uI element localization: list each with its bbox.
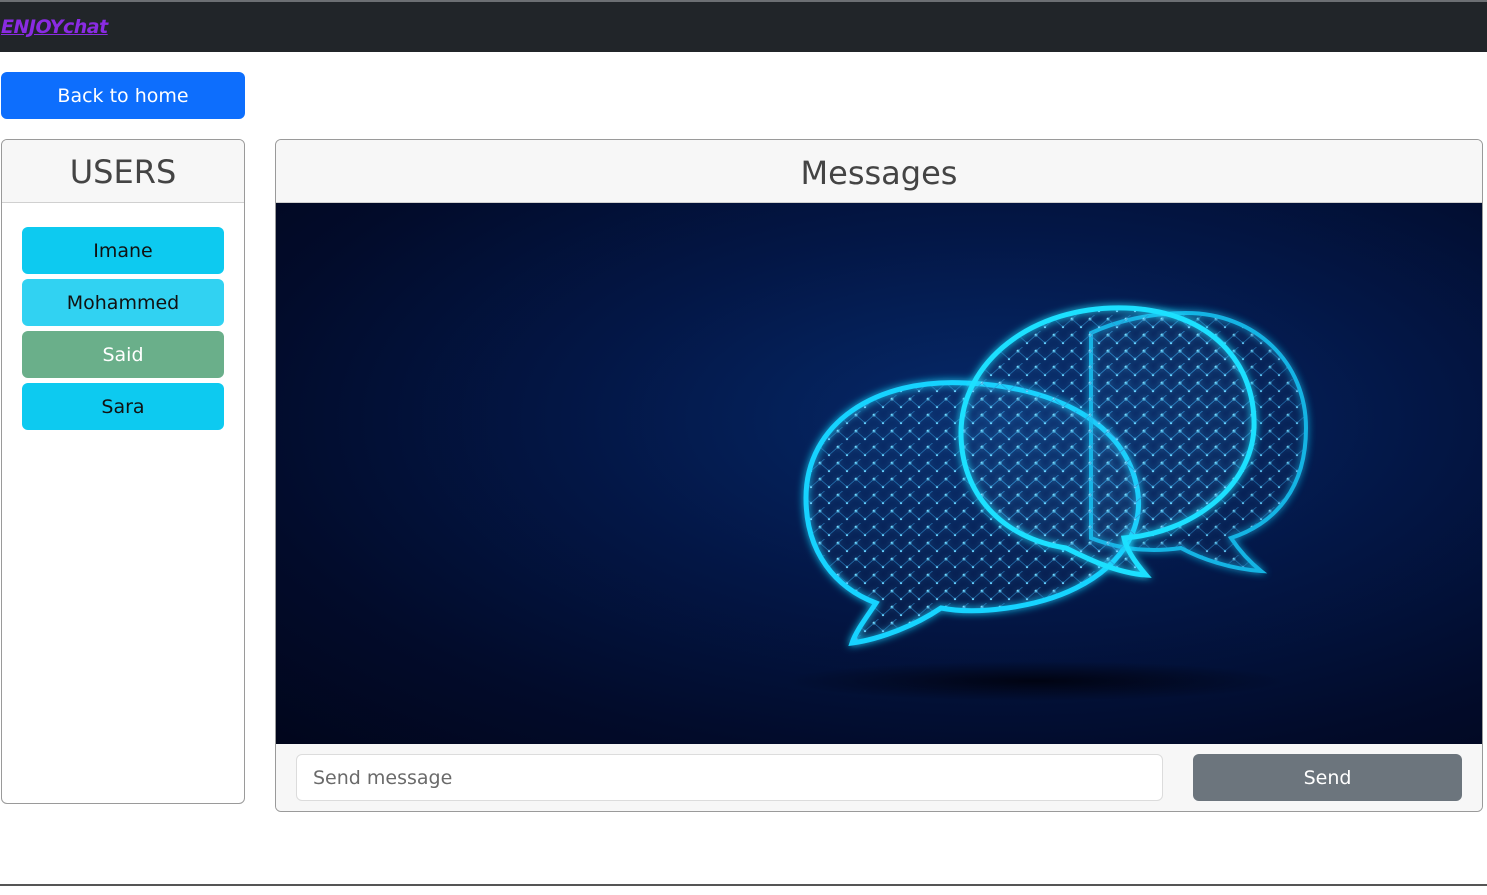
messages-panel-title: Messages bbox=[276, 140, 1482, 203]
navbar: ENJOYchat bbox=[0, 2, 1487, 52]
send-button[interactable]: Send bbox=[1193, 754, 1462, 801]
user-list: Imane Mohammed Said Sara bbox=[2, 203, 244, 430]
bottom-border bbox=[0, 884, 1487, 886]
user-button-sara[interactable]: Sara bbox=[22, 383, 224, 430]
users-panel-title: USERS bbox=[2, 140, 244, 203]
users-panel: USERS Imane Mohammed Said Sara bbox=[1, 139, 245, 804]
message-input[interactable] bbox=[296, 754, 1163, 801]
back-to-home-button[interactable]: Back to home bbox=[1, 72, 245, 119]
chat-bubbles-icon bbox=[786, 305, 1309, 701]
message-composer: Send bbox=[276, 744, 1482, 811]
messages-panel: Messages Send message Send bbox=[275, 139, 1483, 812]
user-button-imane[interactable]: Imane bbox=[22, 227, 224, 274]
user-button-mohammed[interactable]: Mohammed bbox=[22, 279, 224, 326]
chat-bubbles-illustration bbox=[276, 203, 1482, 744]
brand-link[interactable]: ENJOYchat bbox=[1, 16, 108, 38]
user-button-said[interactable]: Said bbox=[22, 331, 224, 378]
